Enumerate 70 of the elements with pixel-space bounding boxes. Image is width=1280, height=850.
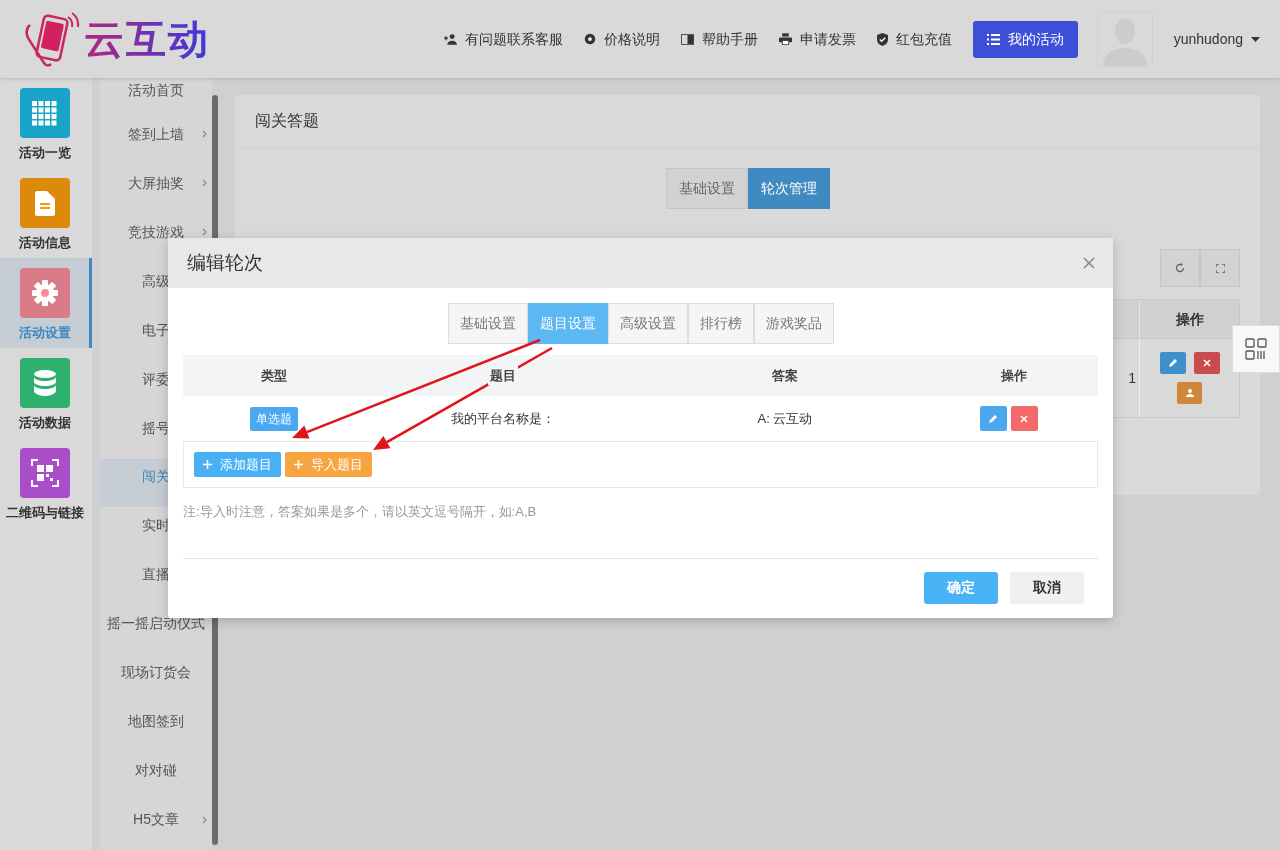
qr-code-button[interactable]: [1232, 325, 1280, 373]
edit-button[interactable]: [979, 406, 1007, 431]
list-icon: [986, 33, 1000, 45]
shield-icon: [876, 32, 888, 46]
pencil-icon: [988, 413, 998, 424]
document-icon: [34, 190, 55, 216]
user-plus-icon: [443, 33, 457, 45]
qr-code-icon: [30, 459, 59, 487]
nav-label: 活动信息: [18, 234, 71, 252]
submenu-item[interactable]: 对对碰: [100, 752, 212, 802]
tab[interactable]: 高级设置: [607, 303, 688, 344]
printer-icon: [778, 33, 792, 45]
tab[interactable]: 基础设置: [665, 168, 748, 209]
column-header: 答案: [770, 365, 800, 386]
table-cell-text: A: 云互动: [757, 409, 813, 428]
table-cell-text: 我的平台名称是：: [451, 409, 555, 428]
book-icon: [680, 33, 694, 45]
database-icon: [33, 370, 56, 396]
user-button[interactable]: [1177, 382, 1202, 404]
nav-item[interactable]: 二维码与链接: [0, 438, 92, 528]
caret-icon: [1251, 36, 1260, 42]
submenu-item[interactable]: 地图签到: [100, 703, 212, 753]
nav-label: 活动一览: [18, 144, 71, 162]
edit-button[interactable]: [1159, 352, 1186, 374]
user-menu[interactable]: yunhudong: [1173, 28, 1260, 50]
header-link[interactable]: 申请发票: [778, 28, 856, 50]
submenu-item[interactable]: 大屏抽奖: [100, 164, 212, 214]
grid-icon: [32, 100, 57, 126]
submenu-item[interactable]: 现场订货会: [100, 654, 212, 704]
submenu-item[interactable]: H5文章: [100, 801, 212, 850]
close-icon[interactable]: [1083, 257, 1095, 269]
delete-button[interactable]: [1193, 352, 1220, 374]
submenu-item[interactable]: 活动首页: [100, 78, 212, 116]
gear-icon: [583, 33, 596, 45]
qr-grid-icon: [1245, 338, 1267, 360]
nav-label: 二维码与链接: [5, 504, 84, 522]
person-icon: [1184, 388, 1195, 398]
nav-item[interactable]: 活动信息: [0, 168, 92, 258]
cancel-button[interactable]: 取消: [1010, 571, 1084, 604]
type-tag: 单选题: [250, 406, 298, 431]
tab[interactable]: 排行榜: [687, 303, 754, 344]
fullscreen-icon: [1215, 263, 1225, 273]
pencil-icon: [1167, 358, 1178, 368]
header-link[interactable]: 红包充值: [876, 28, 952, 50]
phone-logo-icon: [22, 11, 80, 67]
table-cell-text: 1: [1128, 368, 1136, 388]
submenu-item[interactable]: 签到上墙: [100, 115, 212, 165]
my-activities-button[interactable]: 我的活动: [972, 20, 1078, 58]
dialog-title: 编辑轮次: [187, 250, 263, 275]
header-link[interactable]: 价格说明: [583, 28, 660, 50]
header-link[interactable]: 有问题联系客服: [443, 28, 563, 50]
gear-icon: [31, 280, 58, 306]
plus-icon: [294, 460, 303, 469]
tab[interactable]: 游戏奖品: [753, 303, 834, 344]
nav-item[interactable]: 活动一览: [0, 78, 92, 168]
tab[interactable]: 轮次管理: [747, 168, 830, 209]
plus-icon: [203, 460, 212, 469]
nav-item[interactable]: 活动数据: [0, 348, 92, 438]
tab[interactable]: 基础设置: [447, 303, 528, 344]
header-link[interactable]: 帮助手册: [680, 28, 758, 50]
nav-label: 活动设置: [18, 324, 71, 342]
page-title: 闯关答题: [255, 111, 319, 131]
column-header: 题目: [488, 365, 518, 386]
close-icon: [1201, 358, 1212, 368]
submenu-item[interactable]: 摇一摇启动仪式: [100, 605, 212, 655]
close-icon: [1019, 413, 1029, 424]
refresh-button[interactable]: [1160, 249, 1200, 287]
delete-button[interactable]: [1010, 406, 1038, 431]
refresh-icon: [1175, 263, 1185, 273]
nav-label: 活动数据: [18, 414, 71, 432]
